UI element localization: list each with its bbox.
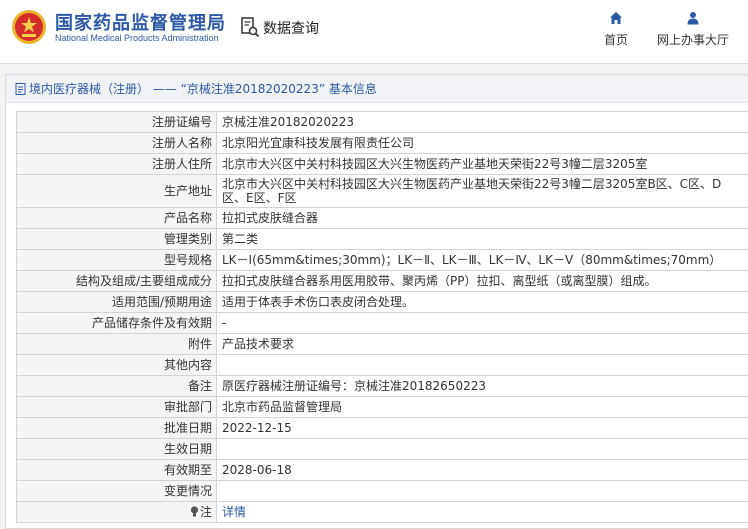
field-value: 拉扣式皮肤缝合器 [216, 207, 748, 229]
brand-name-en: National Medical Products Administration [55, 33, 219, 43]
field-value [216, 480, 748, 502]
field-label: 注册人住所 [16, 153, 217, 175]
field-label: 审批部门 [16, 396, 217, 418]
nav-home[interactable]: 首页 [604, 11, 628, 48]
home-icon [610, 12, 622, 24]
table-row: 注册证编号 京械注准20182020223 [16, 111, 748, 133]
note-label: 注 [199, 505, 212, 519]
lightbulb-icon [190, 506, 199, 517]
table-row: 产品名称 拉扣式皮肤缝合器 [16, 207, 748, 229]
field-label: 适用范围/预期用途 [16, 291, 217, 313]
table-row: 生效日期 [16, 438, 748, 460]
field-label: 其他内容 [16, 354, 217, 376]
nav-online-service-hall-label: 网上办事大厅 [657, 33, 730, 47]
panel-title-bar: 境内医疗器械（注册） —— “京械注准20182020223” 基本信息 [6, 75, 748, 103]
field-label: 生产地址 [16, 174, 217, 208]
data-query-label: 数据查询 [263, 21, 319, 37]
field-label: 型号规格 [16, 249, 217, 271]
site-header: 国家药品监督管理局 National Medical Products Admi… [0, 0, 748, 64]
field-value: 适用于体表手术伤口表皮闭合处理。 [216, 291, 748, 313]
field-label: 产品名称 [16, 207, 217, 229]
panel-title: 境内医疗器械（注册） —— “京械注准20182020223” 基本信息 [29, 82, 377, 96]
document-search-icon [241, 17, 260, 38]
field-value: 北京市药品监督管理局 [216, 396, 748, 418]
field-value: - [216, 312, 748, 334]
table-row: 结构及组成/主要组成成分 拉扣式皮肤缝合器系用医用胶带、聚丙烯（PP）拉扣、离型纸… [16, 270, 748, 292]
table-row: 批准日期 2022-12-15 [16, 417, 748, 439]
data-query-link[interactable]: 数据查询 [240, 17, 319, 39]
note-label-cell: 注 [16, 501, 217, 523]
field-value: 2022-12-15 [216, 417, 748, 439]
field-label: 注册人名称 [16, 132, 217, 154]
field-label: 注册证编号 [16, 111, 217, 133]
field-value: 2028-06-18 [216, 459, 748, 481]
nav-online-service-hall[interactable]: 网上办事大厅 [657, 11, 729, 48]
user-icon [687, 12, 699, 25]
nav-home-label: 首页 [604, 33, 629, 47]
detail-panel: 境内医疗器械（注册） —— “京械注准20182020223” 基本信息 注册证… [5, 74, 748, 529]
field-value [216, 438, 748, 460]
field-value: 产品技术要求 [216, 333, 748, 355]
field-label: 结构及组成/主要组成成分 [16, 270, 217, 292]
table-row: 附件 产品技术要求 [16, 333, 748, 355]
field-label: 批准日期 [16, 417, 217, 439]
field-label: 附件 [16, 333, 217, 355]
table-row: 生产地址 北京市大兴区中关村科技园区大兴生物医药产业基地天荣街22号3幢二层320… [16, 174, 748, 208]
details-link[interactable]: 详情 [222, 505, 246, 519]
info-table: 注册证编号 京械注准20182020223 注册人名称 北京阳光宜康科技发展有限责任… [16, 111, 748, 523]
table-row: 审批部门 北京市药品监督管理局 [16, 396, 748, 418]
field-label: 生效日期 [16, 438, 217, 460]
field-label: 备注 [16, 375, 217, 397]
field-label: 产品储存条件及有效期 [16, 312, 217, 334]
field-value [216, 354, 748, 376]
field-value: 原医疗器械注册证编号：京械注准20182650223 [216, 375, 748, 397]
table-row: 其他内容 [16, 354, 748, 376]
emblem-logo [12, 10, 46, 44]
table-row: 型号规格 LK－Ⅰ(65mm&times;30mm)；LK－Ⅱ、LK－Ⅲ、LK－Ⅳ… [16, 249, 748, 271]
field-value: 拉扣式皮肤缝合器系用医用胶带、聚丙烯（PP）拉扣、离型纸（或离型膜）组成。 [216, 270, 748, 292]
table-row: 适用范围/预期用途 适用于体表手术伤口表皮闭合处理。 [16, 291, 748, 313]
field-value: 第二类 [216, 228, 748, 250]
document-icon [15, 82, 26, 95]
field-label: 管理类别 [16, 228, 217, 250]
table-row: 注 详情 [16, 501, 748, 523]
table-row: 注册人名称 北京阳光宜康科技发展有限责任公司 [16, 132, 748, 154]
field-label: 变更情况 [16, 480, 217, 502]
table-row: 有效期至 2028-06-18 [16, 459, 748, 481]
table-row: 管理类别 第二类 [16, 228, 748, 250]
table-row: 备注 原医疗器械注册证编号：京械注准20182650223 [16, 375, 748, 397]
field-label: 有效期至 [16, 459, 217, 481]
table-row: 产品储存条件及有效期 - [16, 312, 748, 334]
brand-name-cn: 国家药品监督管理局 [55, 13, 226, 34]
field-value: LK－Ⅰ(65mm&times;30mm)；LK－Ⅱ、LK－Ⅲ、LK－Ⅳ、LK－… [216, 249, 748, 271]
field-value: 北京市大兴区中关村科技园区大兴生物医药产业基地天荣街22号3幢二层3205室 [216, 153, 748, 175]
field-value: 京械注准20182020223 [216, 111, 748, 133]
table-row: 注册人住所 北京市大兴区中关村科技园区大兴生物医药产业基地天荣街22号3幢二层32… [16, 153, 748, 175]
field-value: 北京阳光宜康科技发展有限责任公司 [216, 132, 748, 154]
field-value: 北京市大兴区中关村科技园区大兴生物医药产业基地天荣街22号3幢二层3205室B区… [216, 174, 748, 208]
note-value-cell: 详情 [216, 501, 748, 523]
table-row: 变更情况 [16, 480, 748, 502]
